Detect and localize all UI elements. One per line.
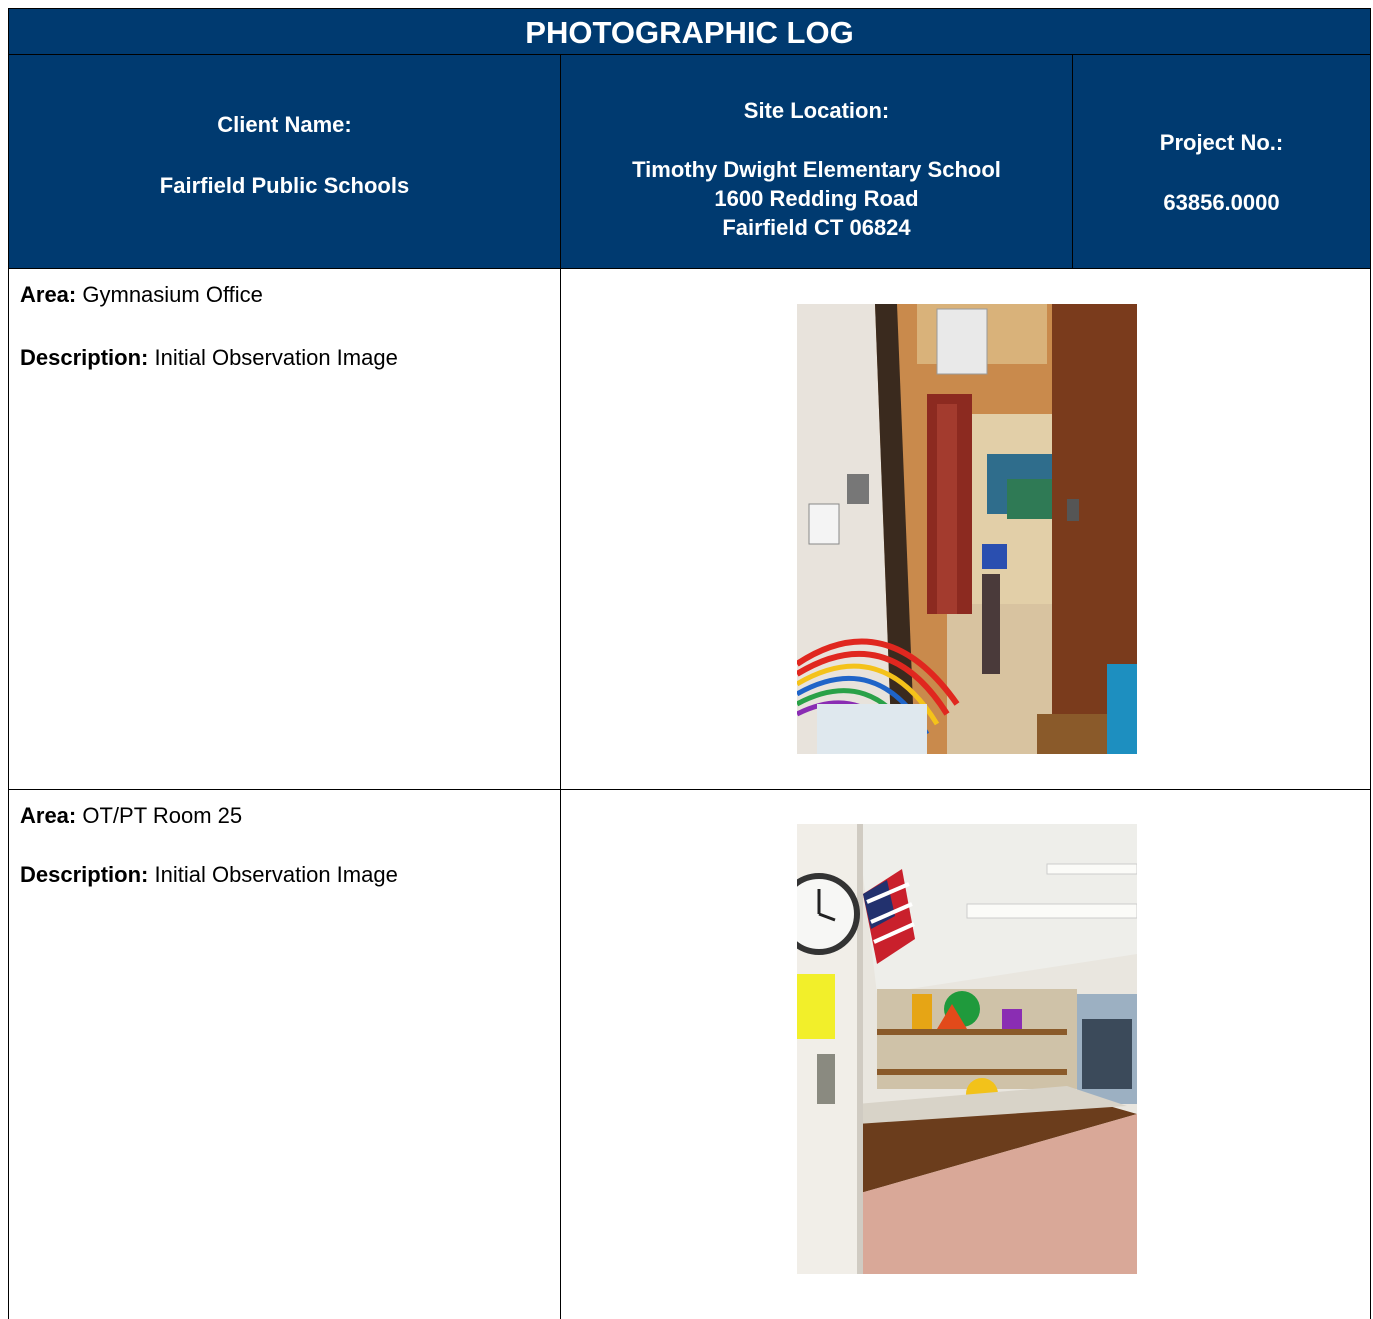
project-cell: Project No.: 63856.0000 xyxy=(1072,54,1371,269)
site-line-street: 1600 Redding Road xyxy=(714,186,919,211)
area-label: Area: xyxy=(20,282,77,307)
entry-1-info: Area: Gymnasium Office Description: Init… xyxy=(8,268,561,790)
entry-2-area: Area: OT/PT Room 25 xyxy=(20,803,242,829)
description-value: Initial Observation Image xyxy=(154,862,398,887)
site-line-city: Fairfield CT 06824 xyxy=(722,215,911,240)
description-value: Initial Observation Image xyxy=(154,345,398,370)
site-cell: Site Location: Timothy Dwight Elementary… xyxy=(560,54,1073,269)
entry-2-info: Area: OT/PT Room 25 Description: Initial… xyxy=(8,789,561,1319)
site-label: Site Location: xyxy=(743,98,890,123)
project-label: Project No.: xyxy=(1159,130,1284,155)
client-label: Client Name: xyxy=(217,112,352,137)
entry-1-description: Description: Initial Observation Image xyxy=(20,345,398,371)
area-value: OT/PT Room 25 xyxy=(82,803,243,828)
description-label: Description: xyxy=(20,345,149,370)
description-label: Description: xyxy=(20,862,149,887)
area-value: Gymnasium Office xyxy=(82,282,263,307)
entry-2-photo-cell xyxy=(560,789,1371,1319)
entry-2-description: Description: Initial Observation Image xyxy=(20,862,398,888)
area-label: Area: xyxy=(20,803,77,828)
ot-pt-room-photo xyxy=(797,824,1137,1274)
gymnasium-office-photo xyxy=(797,304,1137,754)
entry-1-photo-cell xyxy=(560,268,1371,790)
site-line-school: Timothy Dwight Elementary School xyxy=(632,157,1001,182)
log-title: PHOTOGRAPHIC LOG xyxy=(8,8,1371,55)
client-cell: Client Name: Fairfield Public Schools xyxy=(8,54,561,269)
project-value: 63856.0000 xyxy=(1163,190,1280,215)
entry-1-area: Area: Gymnasium Office xyxy=(20,282,263,308)
client-value: Fairfield Public Schools xyxy=(159,173,410,198)
